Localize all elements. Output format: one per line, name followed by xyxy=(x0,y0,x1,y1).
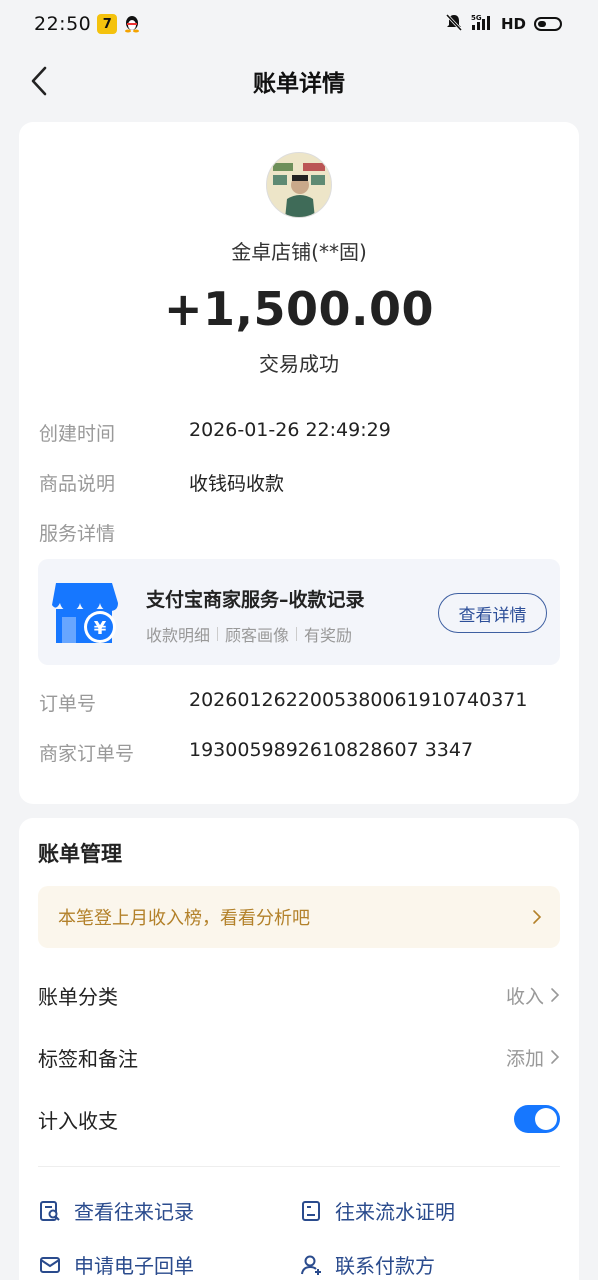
action-label: 往来流水证明 xyxy=(335,1200,455,1224)
bill-management-card: 账单管理 本笔登上月收入榜，看看分析吧 账单分类 收入 标签和备注 添加 计入收… xyxy=(19,818,579,1280)
service-tag: 收款明细 xyxy=(146,626,211,645)
view-history-action[interactable]: 查看往来记录 xyxy=(38,1196,194,1225)
qq-penguin-icon xyxy=(123,14,141,34)
action-label: 申请电子回单 xyxy=(74,1254,194,1278)
bill-detail-card: 金卓店铺(**固) +1,500.00 交易成功 创建时间 2026-01-26… xyxy=(19,122,579,804)
statement-proof-action[interactable]: 往来流水证明 xyxy=(299,1196,455,1225)
section-title: 账单管理 xyxy=(38,842,122,866)
merchant-order-value[interactable]: 1930059892610828607 3347 xyxy=(189,739,473,761)
service-title: 支付宝商家服务–收款记录 xyxy=(146,589,365,611)
service-tags: 收款明细 顾客画像 有奖励 xyxy=(146,622,352,646)
merchant-avatar[interactable] xyxy=(266,152,332,218)
tags-notes-row[interactable]: 标签和备注 添加 xyxy=(38,1037,560,1077)
status-left: 22:50 7 xyxy=(34,13,141,35)
chevron-right-icon xyxy=(533,910,542,924)
contact-payer-action[interactable]: 联系付款方 xyxy=(299,1250,435,1279)
service-tag: 有奖励 xyxy=(304,626,353,645)
status-time: 22:50 xyxy=(34,13,92,35)
tags-notes-add[interactable]: 添加 xyxy=(506,1044,560,1071)
order-number-value[interactable]: 2026012622005380061910740371 xyxy=(189,689,527,711)
mail-icon xyxy=(40,1256,60,1273)
search-record-icon xyxy=(40,1200,60,1221)
order-number-label: 订单号 xyxy=(39,693,97,715)
shop-yuan-icon: ¥ xyxy=(50,579,120,647)
promo-text: 本笔登上月收入榜，看看分析吧 xyxy=(58,908,310,929)
include-income-toggle[interactable] xyxy=(514,1105,560,1133)
chevron-right-icon xyxy=(551,988,560,1002)
page-title: 账单详情 xyxy=(253,71,345,97)
bill-category-label: 账单分类 xyxy=(38,984,118,1009)
include-income-row: 计入收支 xyxy=(38,1099,560,1139)
status-bar: 22:50 7 5G HD xyxy=(0,0,598,48)
signal-icon: 5G xyxy=(471,13,493,35)
svg-text:5G: 5G xyxy=(471,14,482,22)
tags-notes-label: 标签和备注 xyxy=(38,1046,138,1071)
tag-separator xyxy=(296,627,298,641)
merchant-name: 金卓店铺(**固) xyxy=(231,240,367,264)
service-tag: 顾客画像 xyxy=(225,626,290,645)
svg-text:¥: ¥ xyxy=(94,618,107,639)
tag-value-text: 添加 xyxy=(505,1047,544,1070)
created-time-value: 2026-01-26 22:49:29 xyxy=(189,419,391,441)
action-label: 联系付款方 xyxy=(335,1254,435,1278)
chevron-left-icon xyxy=(31,66,47,96)
battery-icon xyxy=(534,17,562,31)
tag-separator xyxy=(217,627,219,641)
transaction-amount: +1,500.00 xyxy=(163,282,435,336)
merchant-order-label: 商家订单号 xyxy=(39,743,135,765)
include-income-label: 计入收支 xyxy=(38,1108,118,1133)
product-desc-label: 商品说明 xyxy=(39,473,116,495)
notification-app-icon: 7 xyxy=(97,14,118,34)
e-receipt-action[interactable]: 申请电子回单 xyxy=(38,1250,194,1279)
chevron-right-icon xyxy=(551,1050,560,1064)
income-ranking-banner[interactable]: 本笔登上月收入榜，看看分析吧 xyxy=(38,886,560,948)
status-right: 5G HD xyxy=(445,13,562,35)
created-time-label: 创建时间 xyxy=(39,423,116,445)
bill-category-value[interactable]: 收入 xyxy=(506,982,560,1009)
product-desc-value: 收钱码收款 xyxy=(189,473,285,495)
action-label: 查看往来记录 xyxy=(74,1200,194,1224)
hd-label: HD xyxy=(500,15,526,33)
back-button[interactable] xyxy=(22,64,56,98)
transaction-status: 交易成功 xyxy=(259,352,339,376)
document-icon xyxy=(302,1200,320,1221)
bill-category-row[interactable]: 账单分类 收入 xyxy=(38,975,560,1015)
merchant-service-card[interactable]: ¥ 支付宝商家服务–收款记录 收款明细 顾客画像 有奖励 查看详情 xyxy=(38,559,560,665)
header: 账单详情 xyxy=(0,56,598,106)
service-detail-label: 服务详情 xyxy=(39,523,116,545)
view-details-button[interactable]: 查看详情 xyxy=(438,593,547,633)
category-value-text: 收入 xyxy=(505,985,544,1008)
divider xyxy=(38,1166,560,1167)
contact-user-icon xyxy=(301,1255,321,1275)
mute-bell-icon xyxy=(445,13,463,35)
